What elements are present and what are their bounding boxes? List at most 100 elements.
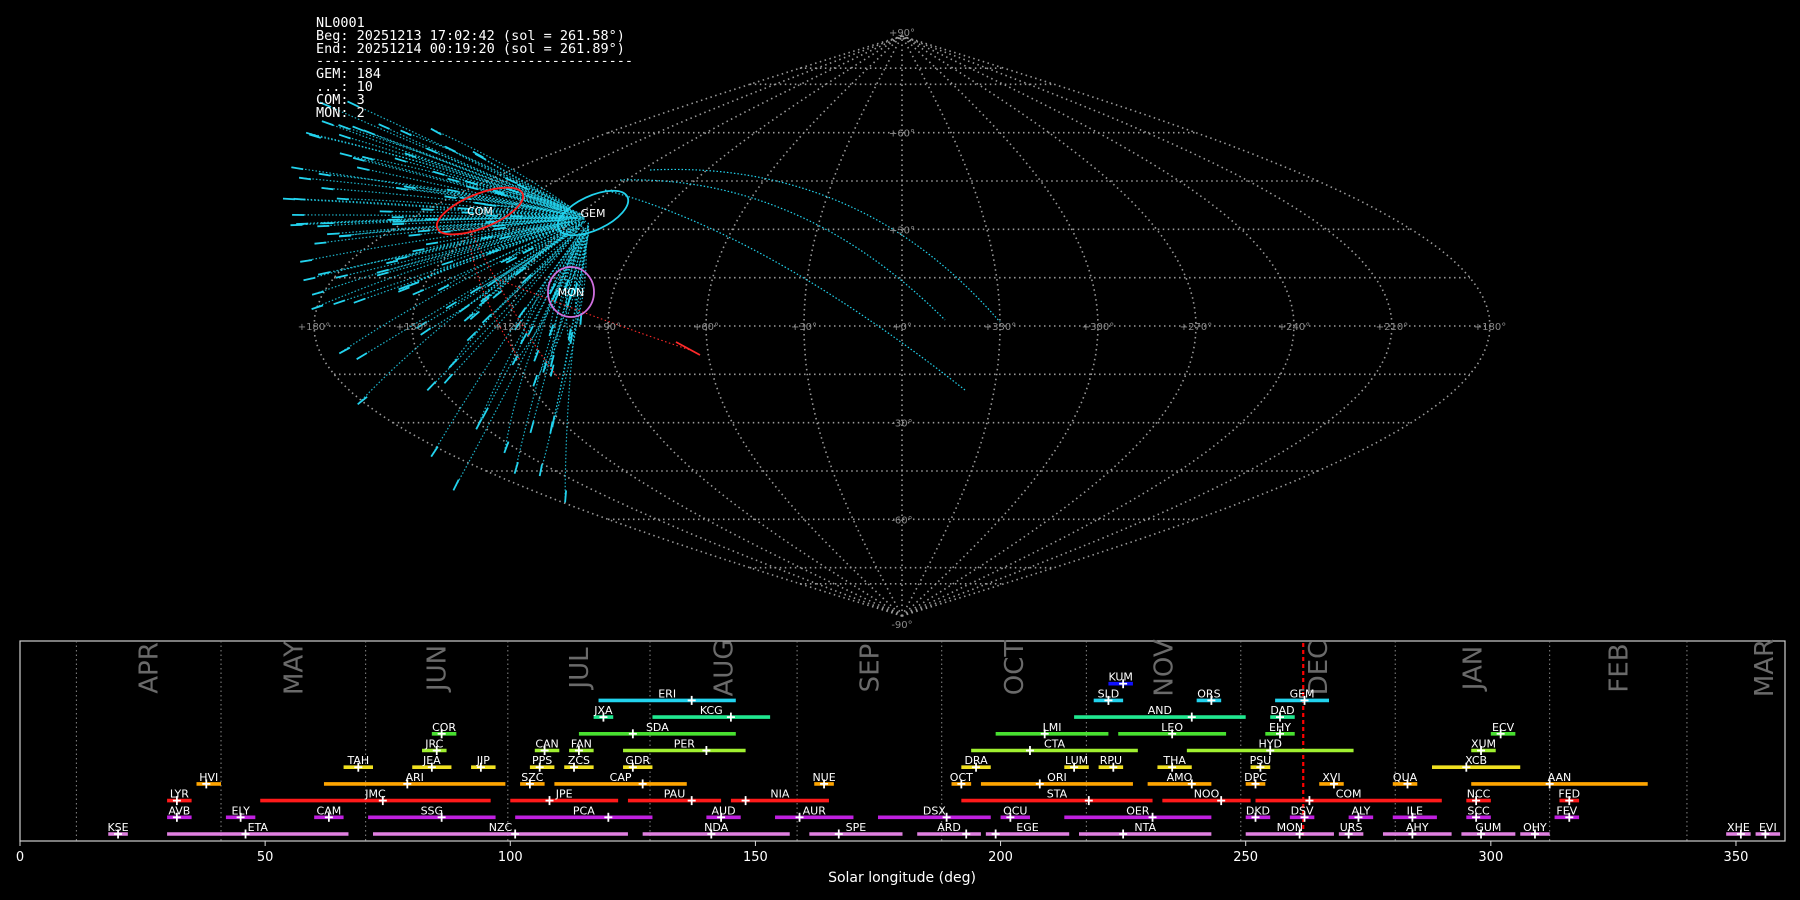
month-label: FEB: [1604, 643, 1634, 692]
shower-label: RPU: [1100, 754, 1122, 767]
shower-label: CAP: [610, 771, 632, 784]
shower-label: HYD: [1258, 738, 1281, 751]
shower-label: CAM: [317, 804, 342, 817]
month-label: NOV: [1150, 639, 1180, 696]
shower-label: XVI: [1322, 771, 1340, 784]
shower-label: LUM: [1065, 754, 1088, 767]
shower-label: ZCS: [568, 754, 590, 767]
shower-label: AVB: [168, 804, 190, 817]
shower-label: NOO: [1194, 788, 1220, 801]
shower-label: ERI: [658, 687, 676, 700]
x-tick-label: 300: [1478, 850, 1503, 865]
shower-label: PCA: [573, 804, 595, 817]
shower-label: AUR: [803, 804, 827, 817]
x-tick-label: 150: [743, 850, 768, 865]
shower-label: LEO: [1161, 721, 1183, 734]
x-tick-label: 200: [988, 850, 1013, 865]
x-tick-label: 250: [1233, 850, 1258, 865]
shower-label: HVI: [199, 771, 218, 784]
shower-label: JEA: [422, 754, 441, 767]
shower-label: DPC: [1244, 771, 1267, 784]
month-label: MAY: [279, 641, 309, 695]
x-tick-label: 0: [16, 850, 24, 865]
shower-label: NIA: [770, 788, 789, 801]
shower-label: SCC: [1467, 804, 1490, 817]
shower-label: ORI: [1047, 771, 1067, 784]
shower-label: JMC: [364, 788, 386, 801]
shower-label: XCB: [1465, 754, 1487, 767]
shower-label: DRA: [964, 754, 988, 767]
observation-info-box: NL0001 Beg: 20251213 17:02:42 (sol = 261.…: [316, 16, 633, 121]
shower-label: ETA: [248, 821, 269, 834]
month-label: JUN: [423, 645, 453, 693]
shower-label: JPE: [555, 788, 573, 801]
shower-label: LMI: [1043, 721, 1062, 734]
shower-label: NCC: [1467, 788, 1491, 801]
shower-label: ARI: [405, 771, 423, 784]
month-label: JAN: [1458, 646, 1488, 692]
shower-label: ORS: [1197, 687, 1220, 700]
shower-label: TAH: [346, 754, 369, 767]
shower-label: LYR: [170, 788, 189, 801]
shower-label: DSX: [923, 804, 946, 817]
shower-timeline-chart: APR MAY JUN JUL AUG SEP OCT NOV DEC JAN FEB MAR KUM…: [16, 639, 1786, 886]
shower-label: JXA: [593, 704, 613, 717]
shower-label: OER: [1126, 804, 1150, 817]
shower-label: KUM: [1108, 671, 1132, 684]
shower-label: PER: [674, 738, 696, 751]
shower-label: JIP: [476, 754, 490, 767]
shower-label: AUD: [712, 804, 736, 817]
shower-label: SPE: [846, 821, 867, 834]
x-tick-label: 100: [498, 850, 523, 865]
shower-label: GUM: [1475, 821, 1501, 834]
shower-label: COR: [432, 721, 456, 734]
shower-label: GDR: [625, 754, 650, 767]
shower-label: FAN: [571, 738, 592, 751]
shower-label: ELY: [231, 804, 250, 817]
shower-label: QUA: [1393, 771, 1418, 784]
shower-label: MON: [1277, 821, 1303, 834]
shower-label: CTA: [1044, 738, 1066, 751]
x-axis-label: Solar longitude (deg): [828, 870, 976, 886]
shower-label: ARD: [937, 821, 961, 834]
shower-label: DSV: [1291, 804, 1314, 817]
shower-label: COM: [1336, 788, 1362, 801]
shower-label: CAN: [535, 738, 558, 751]
shower-label: NUE: [812, 771, 835, 784]
shower-label: KSE: [107, 821, 128, 834]
info-line: MON: 2: [316, 104, 365, 121]
shower-label: FEV: [1556, 804, 1577, 817]
shower-label: THA: [1162, 754, 1186, 767]
shower-label: SZC: [521, 771, 544, 784]
shower-label: JRC: [424, 738, 443, 751]
shower-label: NDA: [704, 821, 729, 834]
shower-label: AHY: [1406, 821, 1429, 834]
month-label: AUG: [710, 640, 740, 697]
x-tick-label: 350: [1724, 850, 1749, 865]
shower-label: SSG: [421, 804, 444, 817]
shower-label: ILE: [1407, 804, 1423, 817]
month-label: JUL: [565, 647, 595, 691]
shower-label: XUM: [1471, 738, 1496, 751]
shower-label: ALY: [1351, 804, 1370, 817]
shower-label: FED: [1558, 788, 1580, 801]
shower-label: PSU: [1250, 754, 1272, 767]
shower-label: EHY: [1269, 721, 1291, 734]
month-label: APR: [135, 642, 165, 694]
shower-label: AAN: [1548, 771, 1572, 784]
month-label: OCT: [1000, 641, 1030, 696]
shower-label: XHE: [1727, 821, 1750, 834]
shower-label: AMO: [1167, 771, 1193, 784]
shower-label: OHY: [1523, 821, 1547, 834]
shower-label: SDA: [646, 721, 669, 734]
shower-label: NZC: [489, 821, 513, 834]
month-label: SEP: [855, 644, 885, 693]
shower-label: DKD: [1246, 804, 1270, 817]
x-tick-label: 50: [257, 850, 274, 865]
shower-label: GEM: [1290, 687, 1315, 700]
shower-label: EVI: [1759, 821, 1777, 834]
shower-label: PPS: [532, 754, 552, 767]
shower-label: SLD: [1098, 687, 1120, 700]
shower-label: NTA: [1134, 821, 1156, 834]
shower-label: AND: [1148, 704, 1172, 717]
